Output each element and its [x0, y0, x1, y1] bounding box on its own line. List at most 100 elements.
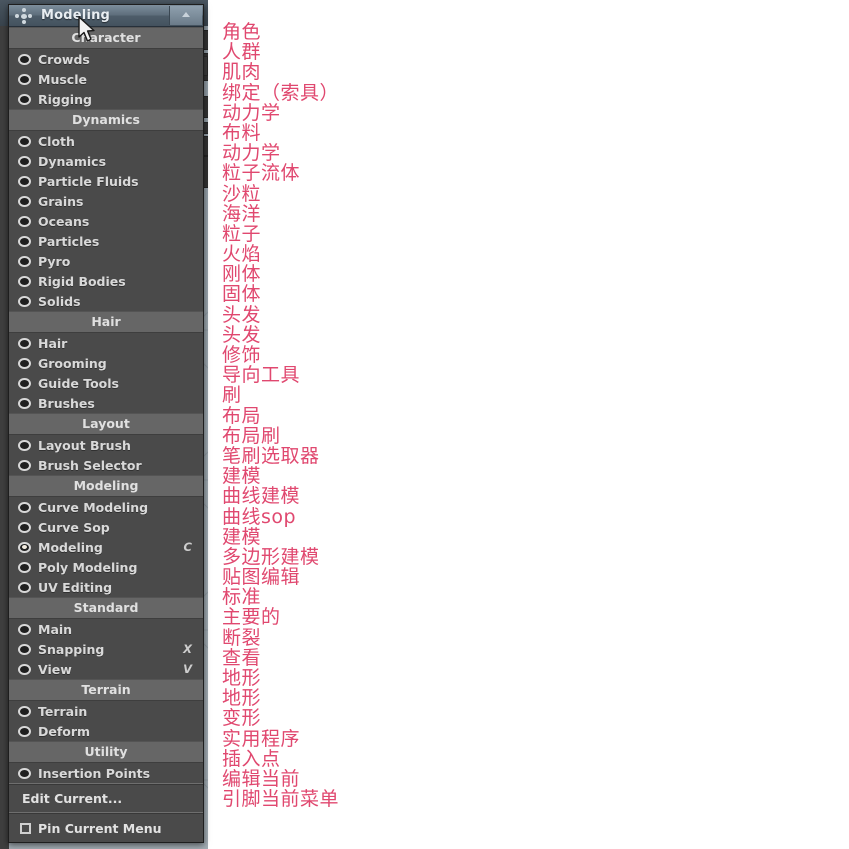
menu-item-label: Pyro	[38, 253, 71, 269]
menu-section-header: Dynamics	[9, 109, 203, 131]
menu-item-deform[interactable]: Deform	[9, 721, 203, 741]
translation-line: 导向工具	[222, 364, 301, 387]
menu-item-dynamics[interactable]: Dynamics	[9, 151, 203, 171]
radio-icon[interactable]	[18, 581, 31, 593]
menu-item-muscle[interactable]: Muscle	[9, 69, 203, 89]
translation-line: 引脚当前菜单	[222, 788, 340, 811]
menu-item-rigging[interactable]: Rigging	[9, 89, 203, 109]
menu-item-terrain[interactable]: Terrain	[9, 701, 203, 721]
pin-current-menu-toggle[interactable]: Pin Current Menu	[9, 814, 203, 842]
radio-icon[interactable]	[18, 643, 31, 655]
menu-section-header: Terrain	[9, 679, 203, 701]
menu-section-header: Utility	[9, 741, 203, 763]
menu-item-rigid-bodies[interactable]: Rigid Bodies	[9, 271, 203, 291]
radio-icon[interactable]	[18, 215, 31, 227]
translation-line: 布局刷	[222, 424, 281, 447]
menu-item-cloth[interactable]: Cloth	[9, 131, 203, 151]
menu-item-crowds[interactable]: Crowds	[9, 49, 203, 69]
radio-icon[interactable]	[18, 767, 31, 779]
menu-item-label: Snapping	[38, 641, 105, 657]
menu-item-grains[interactable]: Grains	[9, 191, 203, 211]
radio-icon[interactable]	[18, 705, 31, 717]
menu-item-solids[interactable]: Solids	[9, 291, 203, 311]
menu-item-view[interactable]: View V	[9, 659, 203, 679]
screenshot-root: ces nv Sp Modeling Charact	[0, 0, 849, 849]
menu-item-brushes[interactable]: Brushes	[9, 393, 203, 413]
translation-line: 粒子流体	[222, 162, 301, 185]
menu-item-label: Particles	[38, 233, 100, 249]
menu-item-hair[interactable]: Hair	[9, 333, 203, 353]
radio-selected-icon[interactable]	[18, 541, 31, 553]
translation-line: 布局	[222, 404, 262, 427]
radio-icon[interactable]	[18, 357, 31, 369]
translation-line: 标准	[222, 586, 262, 609]
translation-line: 地形	[222, 667, 262, 689]
translation-line: 头发	[222, 323, 262, 346]
radio-icon[interactable]	[18, 439, 31, 451]
menu-item-curve-sop[interactable]: Curve Sop	[9, 517, 203, 537]
menu-item-shortcut: V	[183, 662, 192, 676]
radio-icon[interactable]	[18, 135, 31, 147]
menu-item-label: Particle Fluids	[38, 173, 139, 189]
menu-item-oceans[interactable]: Oceans	[9, 211, 203, 231]
translation-line: 地形	[222, 687, 262, 710]
menu-item-layout-brush[interactable]: Layout Brush	[9, 435, 203, 455]
menu-item-particle-fluids[interactable]: Particle Fluids	[9, 171, 203, 191]
translation-line: 建模	[222, 525, 262, 548]
translation-line: 动力学	[222, 142, 281, 165]
menu-item-label: Main	[38, 621, 73, 637]
radio-icon[interactable]	[18, 235, 31, 247]
translation-line: 修饰	[222, 344, 262, 366]
translation-line: 曲线建模	[222, 485, 301, 508]
radio-icon[interactable]	[18, 561, 31, 573]
menu-collapse-button[interactable]	[169, 6, 202, 25]
menu-item-particles[interactable]: Particles	[9, 231, 203, 251]
radio-icon[interactable]	[18, 175, 31, 187]
radio-icon[interactable]	[18, 93, 31, 105]
translation-line: 实用程序	[222, 727, 301, 750]
radio-icon[interactable]	[18, 521, 31, 533]
radio-icon[interactable]	[18, 275, 31, 287]
radio-icon[interactable]	[18, 377, 31, 389]
menu-item-guide-tools[interactable]: Guide Tools	[9, 373, 203, 393]
translation-line: 插入点	[222, 747, 281, 770]
radio-icon[interactable]	[18, 295, 31, 307]
menu-item-modeling[interactable]: Modeling C	[9, 537, 203, 557]
menu-header[interactable]: Modeling	[9, 5, 203, 27]
radio-icon[interactable]	[18, 663, 31, 675]
menu-item-brush-selector[interactable]: Brush Selector	[9, 455, 203, 475]
radio-icon[interactable]	[18, 255, 31, 267]
translation-line: 多边形建模	[222, 545, 320, 568]
radio-icon[interactable]	[18, 501, 31, 513]
menu-item-label: Insertion Points	[38, 765, 151, 781]
radio-icon[interactable]	[18, 725, 31, 737]
menu-item-insertion-points[interactable]: Insertion Points	[9, 763, 203, 783]
translation-line: 主要的	[222, 606, 281, 629]
menu-item-main[interactable]: Main	[9, 619, 203, 639]
edit-current-label: Edit Current...	[22, 791, 123, 806]
radio-icon[interactable]	[18, 195, 31, 207]
menu-item-label: Guide Tools	[38, 375, 119, 391]
radio-icon[interactable]	[18, 459, 31, 471]
menu-section-header: Standard	[9, 597, 203, 619]
menu-item-poly-modeling[interactable]: Poly Modeling	[9, 557, 203, 577]
radio-icon[interactable]	[18, 397, 31, 409]
radio-icon[interactable]	[18, 337, 31, 349]
menu-item-uv-editing[interactable]: UV Editing	[9, 577, 203, 597]
radio-icon[interactable]	[18, 623, 31, 635]
translation-line: 建模	[222, 465, 262, 488]
menu-section-header: Layout	[9, 413, 203, 435]
menu-item-curve-modeling[interactable]: Curve Modeling	[9, 497, 203, 517]
menu-item-label: Curve Modeling	[38, 499, 149, 515]
checkbox-icon[interactable]	[20, 822, 31, 834]
menu-item-label: View	[38, 661, 72, 677]
menu-item-label: Muscle	[38, 71, 87, 87]
radio-icon[interactable]	[18, 73, 31, 85]
menu-item-snapping[interactable]: Snapping X	[9, 639, 203, 659]
menu-item-grooming[interactable]: Grooming	[9, 353, 203, 373]
radio-icon[interactable]	[18, 155, 31, 167]
radial-menu-popup[interactable]: Modeling Character Crowds Muscle Rigging Dyn…	[8, 4, 204, 843]
edit-current-button[interactable]: Edit Current...	[9, 785, 203, 812]
menu-item-pyro[interactable]: Pyro	[9, 251, 203, 271]
radio-icon[interactable]	[18, 53, 31, 65]
